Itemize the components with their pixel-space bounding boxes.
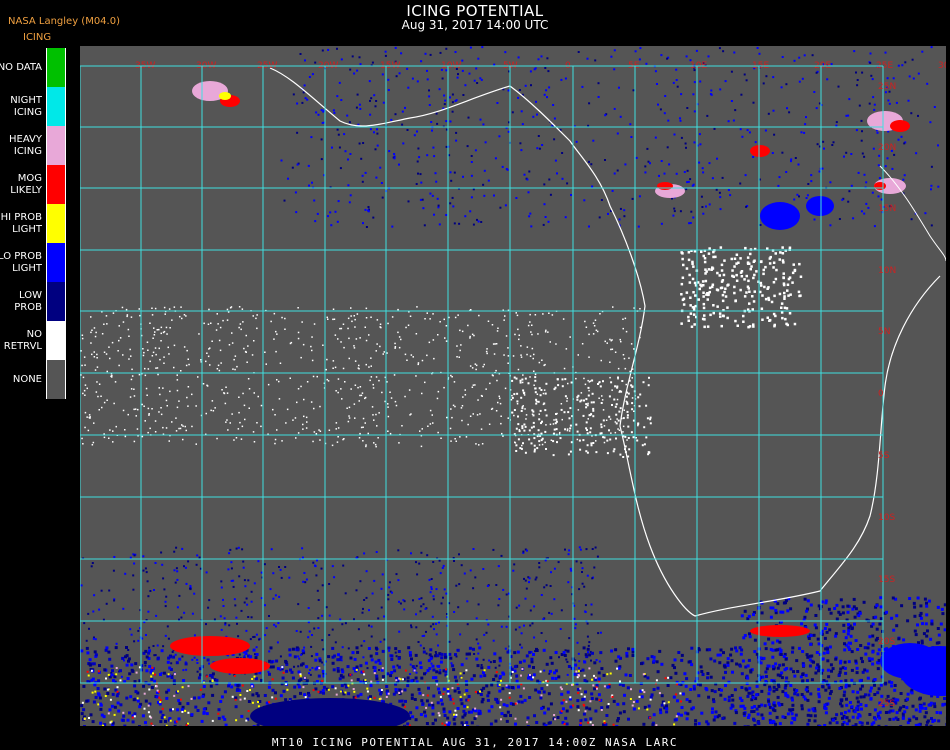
icing-area bbox=[657, 182, 673, 190]
lat-label: 15N bbox=[878, 204, 896, 214]
icing-area bbox=[170, 636, 250, 656]
icing-area bbox=[806, 196, 834, 216]
legend-title: ICING bbox=[23, 32, 52, 43]
legend-swatch bbox=[46, 126, 66, 165]
legend-item: MOG LIKELY bbox=[0, 165, 66, 204]
legend-item: NO RETRVL bbox=[0, 321, 66, 360]
legend-item: HEAVY ICING bbox=[0, 126, 66, 165]
lat-label: 15S bbox=[878, 575, 895, 585]
lat-label: 20N bbox=[878, 143, 896, 153]
legend-item: NO DATA bbox=[0, 48, 66, 87]
icing-area bbox=[750, 145, 770, 157]
legend-item: LOW PROB bbox=[0, 282, 66, 321]
legend-item-label: HEAVY ICING bbox=[9, 133, 42, 157]
legend-item-label: LOW PROB bbox=[14, 289, 42, 313]
icing-map[interactable]: 35W30W25W20W15W10W5W05E10E15E20E25E30E25… bbox=[80, 46, 946, 726]
legend-swatch bbox=[46, 243, 66, 282]
legend-item-label: NONE bbox=[12, 373, 42, 385]
legend-item: LO PROB LIGHT bbox=[0, 243, 66, 282]
lat-label: 5N bbox=[878, 327, 890, 337]
legend-swatch bbox=[46, 165, 66, 204]
legend-item-label: LO PROB LIGHT bbox=[0, 250, 42, 274]
legend-swatch bbox=[46, 282, 66, 321]
legend-swatch bbox=[46, 360, 66, 399]
icing-area bbox=[880, 643, 940, 679]
legend-item-label: HI PROB LIGHT bbox=[0, 211, 42, 235]
legend-swatch bbox=[46, 321, 66, 360]
org-label: NASA Langley (M04.0) bbox=[8, 16, 120, 27]
map-timestamp: Aug 31, 2017 14:00 UTC bbox=[401, 18, 549, 32]
lat-label: 20S bbox=[878, 637, 895, 647]
lat-label: 10S bbox=[878, 513, 895, 523]
lat-label: 5S bbox=[878, 451, 890, 461]
icing-area bbox=[874, 182, 886, 190]
legend-item: HI PROB LIGHT bbox=[0, 204, 66, 243]
lat-label: 25N bbox=[878, 82, 896, 92]
lat-label: 25S bbox=[878, 699, 895, 709]
icing-area bbox=[219, 92, 231, 100]
icing-area bbox=[890, 120, 910, 132]
icing-area bbox=[210, 658, 270, 674]
lat-label: 0 bbox=[878, 389, 884, 399]
legend-item: NONE bbox=[0, 360, 66, 399]
map-panel[interactable]: 35W30W25W20W15W10W5W05E10E15E20E25E30E25… bbox=[80, 46, 946, 726]
legend-swatch bbox=[46, 204, 66, 243]
lat-label: 10N bbox=[878, 266, 896, 276]
lon-label: 30E bbox=[938, 61, 946, 71]
legend-item: NIGHT ICING bbox=[0, 87, 66, 126]
legend-item-label: NO RETRVL bbox=[3, 328, 42, 352]
legend-item-label: NO DATA bbox=[0, 61, 42, 73]
legend-item-label: MOG LIKELY bbox=[10, 172, 42, 196]
legend-swatch bbox=[46, 48, 66, 87]
legend-swatch bbox=[46, 87, 66, 126]
legend-item-label: NIGHT ICING bbox=[10, 94, 42, 118]
icing-area bbox=[760, 202, 800, 230]
footer-caption: MT10 ICING POTENTIAL AUG 31, 2017 14:00Z… bbox=[271, 736, 679, 749]
